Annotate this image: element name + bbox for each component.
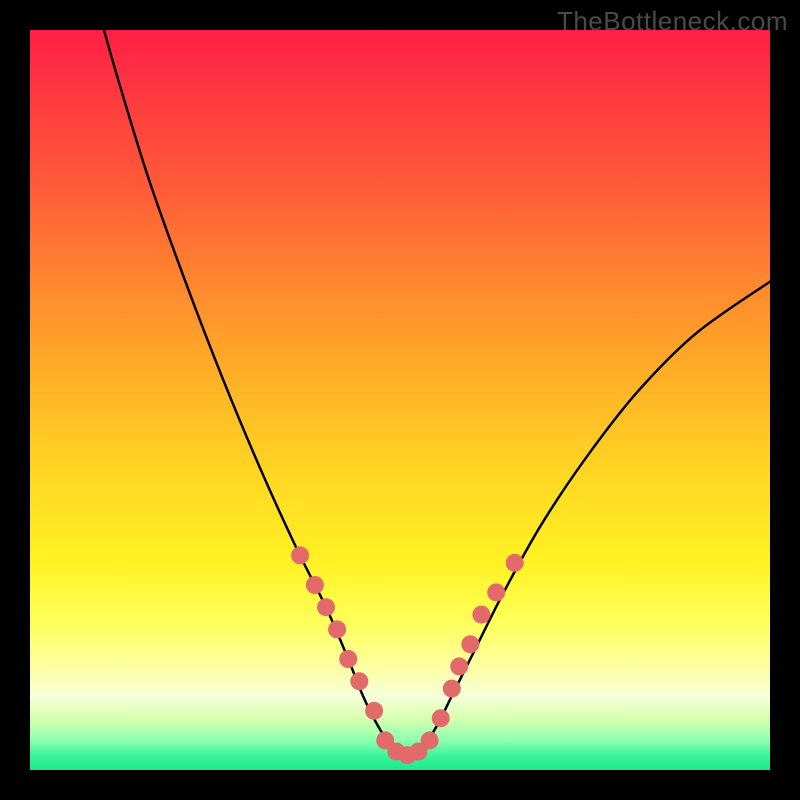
marker-dot bbox=[461, 635, 479, 653]
marker-dot bbox=[350, 672, 368, 690]
marker-dot bbox=[291, 546, 309, 564]
marker-dot bbox=[443, 680, 461, 698]
bottleneck-curve bbox=[104, 30, 770, 755]
plot-svg bbox=[30, 30, 770, 770]
marker-dot bbox=[339, 650, 357, 668]
watermark-text: TheBottleneck.com bbox=[557, 6, 788, 37]
marker-dot bbox=[328, 620, 346, 638]
marker-dot bbox=[432, 709, 450, 727]
marker-dot bbox=[421, 731, 439, 749]
curve-markers bbox=[291, 546, 524, 764]
marker-dot bbox=[450, 657, 468, 675]
chart-stage: TheBottleneck.com bbox=[0, 0, 800, 800]
marker-dot bbox=[365, 702, 383, 720]
marker-dot bbox=[472, 606, 490, 624]
marker-dot bbox=[487, 583, 505, 601]
marker-dot bbox=[306, 576, 324, 594]
marker-dot bbox=[506, 554, 524, 572]
marker-dot bbox=[317, 598, 335, 616]
